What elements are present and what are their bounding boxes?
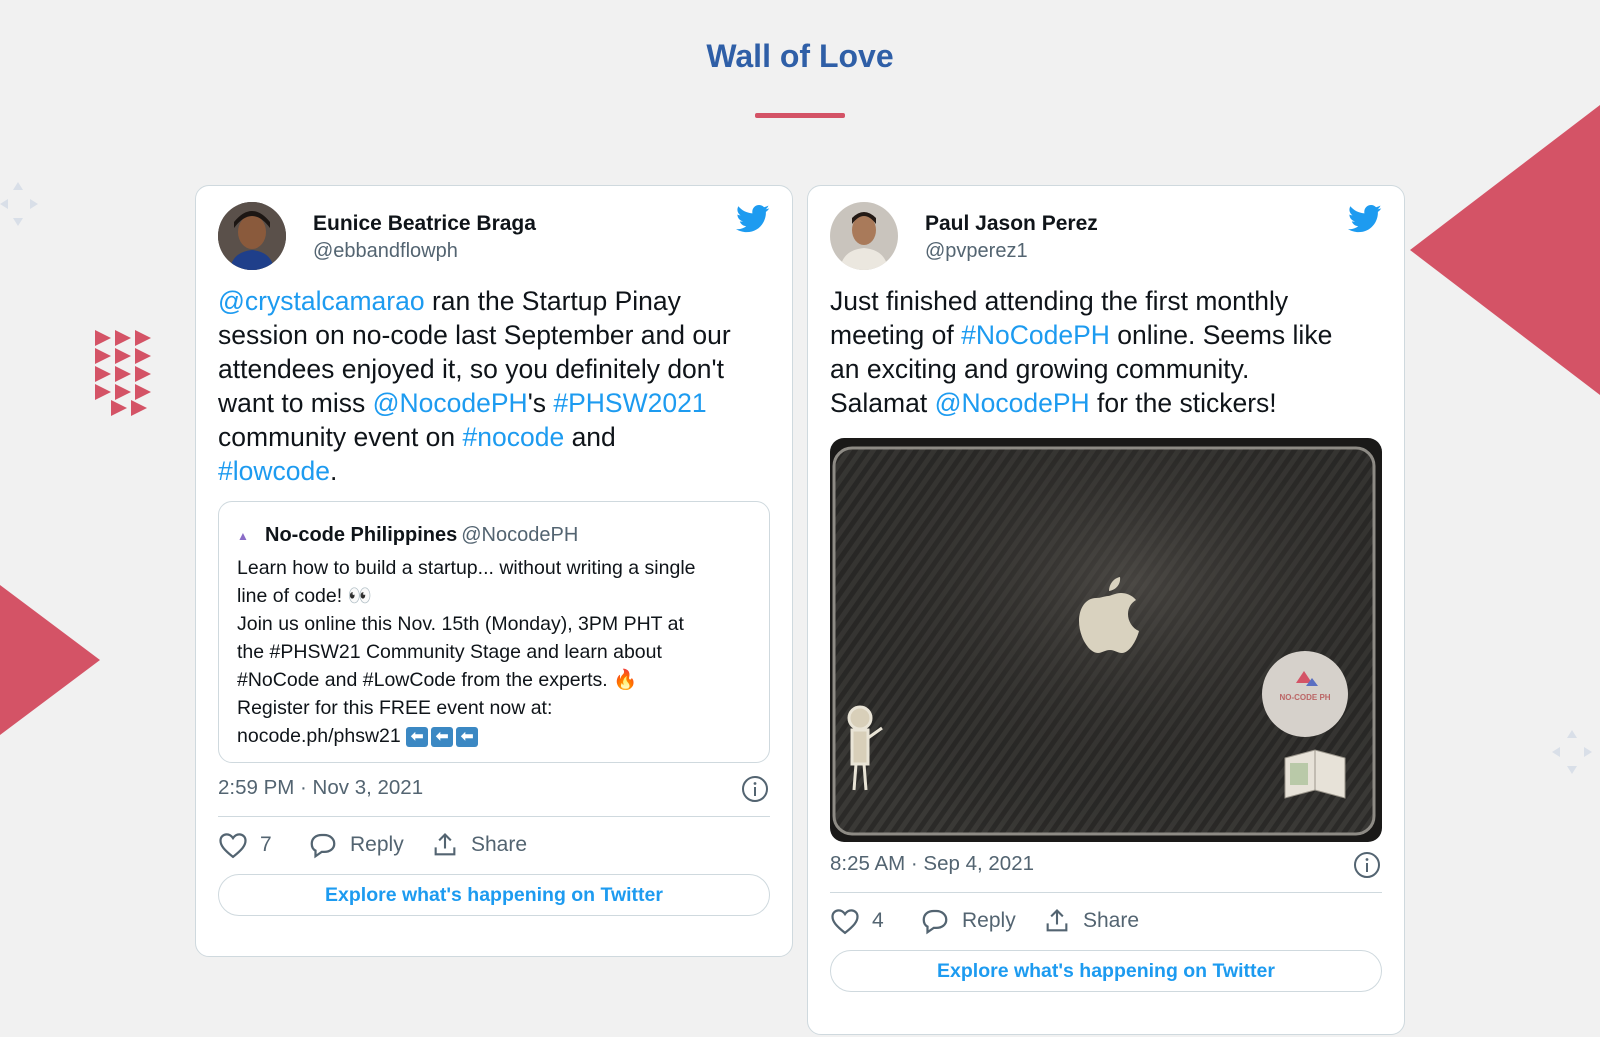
quoted-tweet-header: ▲ No-code Philippines @NocodePH (237, 524, 578, 547)
heart-icon (219, 833, 247, 859)
tweet-text-line: want to miss @NocodePH's #PHSW2021 (218, 386, 772, 420)
hashtag-link[interactable]: #nocode (463, 422, 565, 452)
quoted-line: Join us online this Nov. 15th (Monday), … (237, 613, 684, 635)
tweet-text-segment: for the stickers! (1089, 388, 1277, 418)
tweet-text: Just finished attending the first monthl… (830, 284, 1384, 420)
left-arrow-emoji-icon: ⬅ (456, 726, 479, 747)
tweet-text-segment: ran the Startup Pinay (424, 286, 681, 316)
hashtag-link[interactable]: #PHSW2021 (553, 388, 706, 418)
quoted-line: line of code! 👀 (237, 585, 372, 607)
tweet-card: Paul Jason Perez @pvperez1 Just finished… (807, 185, 1405, 1035)
divider (830, 892, 1382, 893)
deco-diamond-arrows (1552, 730, 1592, 774)
info-icon[interactable] (740, 774, 770, 804)
tweet-timestamp[interactable]: 8:25 AM · Sep 4, 2021 (830, 852, 1034, 876)
explore-twitter-button[interactable]: Explore what's happening on Twitter (218, 874, 770, 916)
reply-bubble-icon (310, 833, 336, 859)
share-label: Share (471, 833, 528, 856)
divider (218, 816, 770, 817)
avatar[interactable] (830, 202, 898, 270)
twitter-bird-icon[interactable] (736, 204, 770, 234)
title-underline (755, 113, 845, 118)
hashtag-link[interactable]: #NoCodePH (961, 320, 1110, 350)
tweet-text-line: Just finished attending the first monthl… (830, 284, 1384, 318)
like-button[interactable]: 4 (830, 907, 884, 935)
left-arrow-emoji-icon: ⬅ (406, 726, 429, 747)
quoted-line: Learn how to build a startup... without … (237, 557, 696, 579)
tweet-text: @crystalcamarao ran the Startup Pinay ses… (218, 284, 772, 488)
quoted-author-handle: @NocodePH (461, 524, 579, 546)
tweet-text-segment: Just finished attending the first monthl… (830, 286, 1289, 316)
tweet-text-line: @crystalcamarao ran the Startup Pinay (218, 284, 772, 318)
tweet-text-segment: attendees enjoyed it, so you definitely … (218, 354, 724, 384)
tweet-text-segment: Salamat (830, 388, 935, 418)
share-button[interactable]: Share (1043, 907, 1139, 935)
tweet-text-line: an exciting and growing community. (830, 352, 1384, 386)
share-icon (1046, 909, 1068, 932)
deco-triangle-pattern (95, 330, 151, 416)
quoted-tweet[interactable]: ▲ No-code Philippines @NocodePH Learn how … (218, 501, 770, 763)
left-arrow-emoji-icon: ⬅ (431, 726, 454, 747)
tweet-text-segment: and (564, 422, 616, 452)
quoted-link: nocode.ph/phsw21 (237, 725, 401, 747)
like-count: 7 (260, 833, 272, 856)
info-icon[interactable] (1352, 850, 1382, 880)
tweet-text-line: meeting of #NoCodePH online. Seems like (830, 318, 1384, 352)
author-name[interactable]: Eunice Beatrice Braga (313, 212, 536, 236)
quoted-line: the #PHSW21 Community Stage and learn ab… (237, 641, 662, 663)
sticker-label: NO-CODE PH (1279, 693, 1330, 702)
tweet-text-segment: 's (527, 388, 554, 418)
quoted-tweet-text: Learn how to build a startup... without … (237, 554, 757, 750)
quoted-author-name: No-code Philippines (265, 524, 458, 546)
share-icon (434, 833, 456, 856)
share-label: Share (1083, 909, 1140, 932)
tweet-photo[interactable]: NO-CODE PH (830, 438, 1382, 842)
quoted-line: #NoCode and #LowCode from the experts. 🔥 (237, 669, 638, 691)
tweet-text-segment: . (329, 456, 338, 486)
author-handle[interactable]: @pvperez1 (925, 240, 1028, 263)
nocode-ph-logo-icon: ▲ (237, 528, 249, 543)
share-button[interactable]: Share (431, 831, 527, 859)
reply-bubble-icon (922, 909, 948, 935)
like-count: 4 (872, 909, 884, 932)
nocode-ph-sticker: NO-CODE PH (1262, 651, 1348, 737)
tweet-text-segment: an exciting and growing community. (830, 354, 1250, 384)
tweet-text-line: attendees enjoyed it, so you definitely … (218, 352, 772, 386)
reply-button[interactable]: Reply (308, 831, 404, 859)
tweet-text-line: community event on #nocode and (218, 420, 772, 454)
tweet-header: Paul Jason Perez @pvperez1 (830, 202, 1382, 272)
page-title: Wall of Love (706, 38, 894, 74)
quoted-line-last: nocode.ph/phsw21 ⬅ ⬅ ⬅ (237, 722, 757, 750)
hashtag-link[interactable]: #lowcode (218, 456, 330, 486)
tweet-text-segment: want to miss (218, 388, 373, 418)
like-button[interactable]: 7 (218, 831, 272, 859)
deco-triangle-right (1410, 105, 1600, 395)
explore-twitter-button[interactable]: Explore what's happening on Twitter (830, 950, 1382, 992)
deco-triangle-left (0, 585, 100, 735)
tweet-text-line: #lowcode. (218, 454, 772, 488)
quoted-line: Register for this FREE event now at: (237, 697, 553, 719)
deco-diamond-arrows (0, 182, 38, 226)
mention-link[interactable]: @NocodePH (935, 388, 1090, 418)
tweet-header: Eunice Beatrice Braga @ebbandflowph (218, 202, 770, 272)
tweet-text-segment: session on no-code last September and ou… (218, 320, 731, 350)
reply-label: Reply (962, 909, 1016, 932)
reply-button[interactable]: Reply (920, 907, 1016, 935)
heart-icon (831, 909, 859, 935)
mention-link[interactable]: @NocodePH (373, 388, 528, 418)
author-name[interactable]: Paul Jason Perez (925, 212, 1098, 236)
tweet-text-line: session on no-code last September and ou… (218, 318, 772, 352)
author-handle[interactable]: @ebbandflowph (313, 240, 458, 263)
mention-link[interactable]: @crystalcamarao (218, 286, 425, 316)
tweet-text-segment: community event on (218, 422, 463, 452)
tweet-card: Eunice Beatrice Braga @ebbandflowph @cry… (195, 185, 793, 957)
tweet-timestamp[interactable]: 2:59 PM · Nov 3, 2021 (218, 776, 423, 800)
avatar[interactable] (218, 202, 286, 270)
reply-label: Reply (350, 833, 404, 856)
tweet-text-segment: meeting of (830, 320, 962, 350)
twitter-bird-icon[interactable] (1348, 204, 1382, 234)
tweet-text-line: Salamat @NocodePH for the stickers! (830, 386, 1384, 420)
tweet-text-segment: online. Seems like (1109, 320, 1333, 350)
